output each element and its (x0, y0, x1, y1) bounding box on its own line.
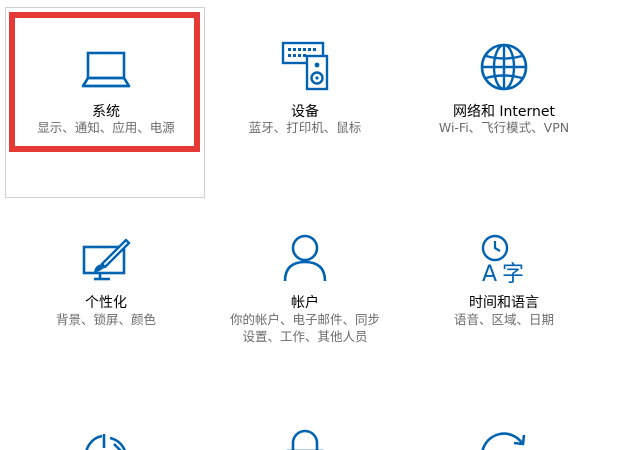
tile-network-internet-title: 网络和 Internet (452, 104, 556, 120)
privacy-lock-icon (286, 429, 324, 450)
tile-update-security[interactable] (406, 410, 602, 450)
update-icon (481, 432, 526, 450)
tile-accounts-description-line1: 你的帐户、电子邮件、同步 (229, 312, 380, 327)
tile-time-language-description: 语音、区域、日期 (453, 312, 554, 327)
globe-icon (480, 43, 528, 91)
tile-time-language-title: 时间和语言 (469, 295, 539, 311)
tile-system[interactable]: 系统 显示、通知、应用、电源 (8, 12, 204, 197)
tile-accounts[interactable]: 帐户 你的帐户、电子邮件、同步 设置、工作、其他人员 (207, 205, 403, 385)
tile-system-description: 显示、通知、应用、电源 (37, 120, 175, 135)
devices-icon (281, 41, 329, 91)
svg-text:字: 字 (502, 262, 524, 285)
tile-network-internet-description: Wi-Fi、飞行模式、VPN (438, 120, 570, 135)
tile-personalization-title: 个性化 (85, 295, 127, 311)
tile-personalization[interactable]: 个性化 背景、锁屏、颜色 (8, 205, 204, 385)
time-language-icon: A 字 (481, 234, 524, 285)
tile-devices[interactable]: 设备 蓝牙、打印机、鼠标 (207, 12, 403, 197)
tile-accounts-description-line2: 设置、工作、其他人员 (242, 329, 368, 344)
tile-time-language[interactable]: A 字 时间和语言 语音、区域、日期 (406, 205, 602, 385)
personalization-icon (82, 238, 131, 281)
tile-devices-title: 设备 (291, 104, 319, 120)
settings-home: 系统 显示、通知、应用、电源 设备 蓝牙、打印机、鼠标 网络和 Internet… (0, 0, 643, 450)
laptop-icon (81, 51, 131, 88)
tile-ease-of-access[interactable] (8, 410, 204, 450)
svg-text:A: A (482, 262, 497, 285)
ease-of-access-icon (85, 434, 126, 450)
person-icon (283, 234, 327, 282)
tile-system-title: 系统 (92, 104, 120, 120)
tile-network-internet[interactable]: 网络和 Internet Wi-Fi、飞行模式、VPN (406, 12, 602, 197)
tile-privacy[interactable] (207, 410, 403, 450)
tile-accounts-title: 帐户 (291, 295, 319, 311)
tile-personalization-description: 背景、锁屏、颜色 (55, 312, 156, 327)
tile-devices-description: 蓝牙、打印机、鼠标 (248, 120, 362, 135)
